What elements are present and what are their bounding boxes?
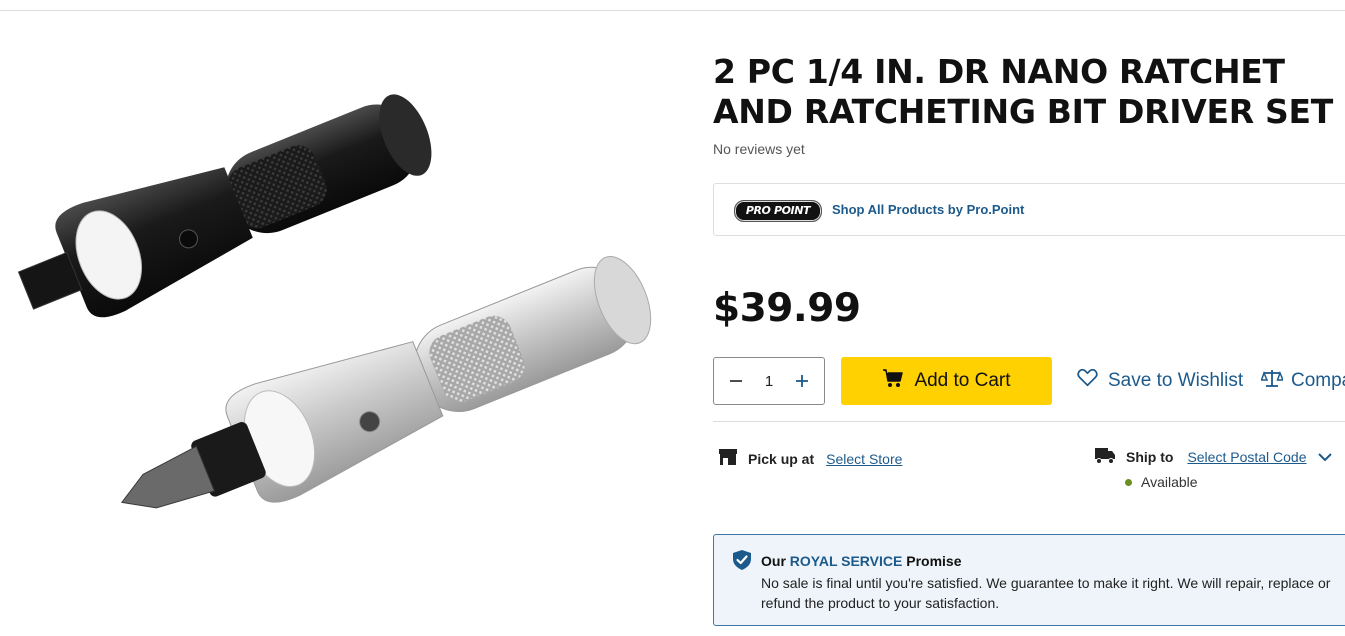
plus-icon[interactable] [792, 371, 812, 391]
chevron-down-icon[interactable] [1317, 449, 1333, 465]
pickup-label: Pick up at [748, 450, 815, 467]
black-ratchet-illustration [17, 94, 432, 318]
promise-text: No sale is final until you're satisfied.… [761, 575, 1331, 611]
truck-icon [1095, 446, 1116, 467]
cart-icon [882, 368, 904, 394]
promise-heading: Our ROYAL SERVICE Promise [761, 553, 961, 569]
save-to-wishlist-button[interactable]: Save to Wishlist [1077, 368, 1243, 393]
royal-service-promise: Our ROYAL SERVICE Promise No sale is fin… [713, 534, 1345, 626]
availability-label: Available [1141, 474, 1198, 490]
reviews-summary: No reviews yet [713, 141, 805, 157]
promise-heading-suffix: Promise [906, 553, 962, 569]
compare-label: Compare [1291, 370, 1345, 391]
wishlist-label: Save to Wishlist [1108, 369, 1244, 391]
section-divider [713, 421, 1345, 422]
availability-dot-icon [1125, 478, 1132, 486]
silver-bit-driver-illustration [120, 256, 652, 509]
ship-option: Ship to Select Postal Code [1095, 446, 1333, 467]
availability-status: Available [1125, 474, 1198, 490]
brand-panel: PRO POINT Shop All Products by Pro.Point [713, 183, 1345, 236]
product-price: $39.99 [713, 286, 861, 331]
product-image[interactable] [0, 60, 660, 560]
compare-button[interactable]: Compare [1260, 368, 1345, 394]
add-to-cart-button[interactable]: Add to Cart [841, 357, 1052, 405]
ship-label: Ship to [1126, 448, 1174, 465]
quantity-stepper: 1 [713, 357, 825, 405]
product-page: 2 PC 1/4 IN. DR NANO RATCHET AND RATCHET… [0, 0, 1345, 636]
shop-brand-link[interactable]: Shop All Products by Pro.Point [832, 202, 1024, 217]
brand-logo[interactable]: PRO POINT [734, 200, 822, 222]
scale-icon [1260, 368, 1285, 394]
promise-heading-prefix: Our [761, 553, 786, 569]
shield-check-icon [732, 549, 752, 576]
store-icon [718, 448, 738, 469]
product-title: 2 PC 1/4 IN. DR NANO RATCHET AND RATCHET… [713, 52, 1333, 131]
header-divider [0, 10, 1345, 11]
select-postal-code-link[interactable]: Select Postal Code [1187, 449, 1306, 465]
heart-icon [1077, 368, 1098, 393]
add-to-cart-label: Add to Cart [914, 370, 1011, 391]
select-store-link[interactable]: Select Store [826, 451, 902, 467]
quantity-value[interactable]: 1 [754, 373, 784, 390]
minus-icon[interactable] [726, 371, 746, 391]
promise-heading-brand: ROYAL SERVICE [789, 553, 903, 569]
pickup-option: Pick up at Select Store [718, 448, 902, 469]
